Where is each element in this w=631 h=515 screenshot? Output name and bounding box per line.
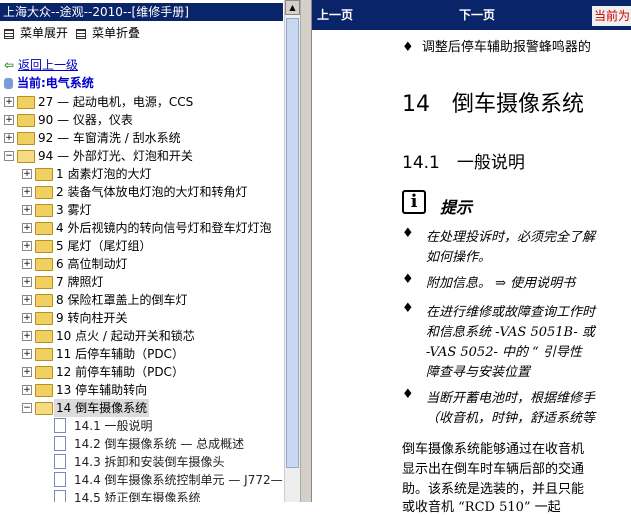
current-location: 当前:电气系统 xyxy=(4,75,94,91)
database-icon xyxy=(4,78,13,89)
tree-item[interactable]: + 92 — 车窗清洗 / 刮水系统 xyxy=(0,129,284,147)
body-line: 倒车摄像系统能够通过在收音机 xyxy=(402,442,585,457)
tree-item[interactable]: + 9 转向柱开关 xyxy=(0,309,284,327)
folder-icon xyxy=(35,366,53,379)
scroll-up-arrow-icon[interactable]: ▲ xyxy=(285,0,300,15)
body-line: 显示出在倒车时车辆后部的交通 xyxy=(402,462,585,477)
folder-icon xyxy=(17,96,35,109)
tip-label: 提示 xyxy=(440,198,473,217)
collapse-menu-button[interactable]: 菜单折叠 xyxy=(76,25,140,41)
bullet-icon: ♦ xyxy=(402,387,414,402)
menu-list-icon xyxy=(76,28,86,39)
expand-plus-icon[interactable]: + xyxy=(22,277,32,287)
tree-item[interactable]: + 90 — 仪器，仪表 xyxy=(0,111,284,129)
pane-splitter[interactable] xyxy=(300,0,312,502)
expand-plus-icon[interactable]: + xyxy=(4,115,14,125)
bullet-icon: ♦ xyxy=(402,226,414,241)
expand-menu-button[interactable]: 菜单展开 xyxy=(4,25,68,41)
expand-plus-icon[interactable]: + xyxy=(22,313,32,323)
expand-plus-icon[interactable]: + xyxy=(4,97,14,107)
expand-plus-icon[interactable]: + xyxy=(22,205,32,215)
bullet-icon: ♦ xyxy=(402,272,414,287)
expand-plus-icon[interactable]: + xyxy=(22,259,32,269)
open-folder-icon xyxy=(35,402,53,415)
page-nav-bar: 上一页 下一页 当前为 xyxy=(312,0,631,30)
expand-plus-icon[interactable]: + xyxy=(22,367,32,377)
tree-item[interactable]: + 5 尾灯（尾灯组） xyxy=(0,237,284,255)
back-arrow-icon: ⇦ xyxy=(4,58,15,72)
tree-item[interactable]: + 27 — 起动电机，电源，CCS xyxy=(0,93,284,111)
next-page-button[interactable]: 下一页 xyxy=(459,0,495,30)
tree-leaf[interactable]: 14.4 倒车摄像系统控制单元 — J772— xyxy=(0,471,284,489)
collapse-minus-icon[interactable]: − xyxy=(22,403,32,413)
body-line: 或收音机 “RCD 510” 一起 xyxy=(402,500,561,515)
folder-icon xyxy=(35,330,53,343)
folder-icon xyxy=(17,114,35,127)
tree-item[interactable]: + 11 后停车辅助（PDC） xyxy=(0,345,284,363)
expand-plus-icon[interactable]: + xyxy=(22,349,32,359)
back-link[interactable]: ⇦ 返回上一级 xyxy=(4,57,78,73)
bullet-top: ♦ 调整后停车辅助报警蜂鸣器的 xyxy=(402,40,591,55)
open-folder-icon xyxy=(17,150,35,163)
tree-item[interactable]: + 8 保险杠罩盖上的倒车灯 xyxy=(0,291,284,309)
prev-page-button[interactable]: 上一页 xyxy=(317,0,353,30)
tree-item-selected[interactable]: − 14 倒车摄像系统 xyxy=(0,399,284,417)
collapse-minus-icon[interactable]: − xyxy=(4,151,14,161)
manual-title: 上海大众--途观--2010--[维修手册] xyxy=(0,3,283,21)
expand-plus-icon[interactable]: + xyxy=(22,295,32,305)
chapter-heading: 14 倒车摄像系统 xyxy=(402,92,584,117)
folder-icon xyxy=(35,384,53,397)
scrollbar-thumb[interactable] xyxy=(286,18,299,468)
menu-list-icon xyxy=(4,28,14,39)
tree-item[interactable]: + 1 卤素灯泡的大灯 xyxy=(0,165,284,183)
expand-plus-icon[interactable]: + xyxy=(22,331,32,341)
expand-plus-icon[interactable]: + xyxy=(22,223,32,233)
folder-icon xyxy=(35,312,53,325)
document-icon xyxy=(54,490,66,502)
expand-plus-icon[interactable]: + xyxy=(22,241,32,251)
tree-leaf[interactable]: 14.3 拆卸和安装倒车摄像头 xyxy=(0,453,284,471)
folder-icon xyxy=(35,294,53,307)
tree-scrollbar[interactable]: ▲ xyxy=(284,0,301,502)
tree-leaf[interactable]: 14.2 倒车摄像系统 — 总成概述 xyxy=(0,435,284,453)
expand-plus-icon[interactable]: + xyxy=(4,133,14,143)
document-icon xyxy=(54,454,66,469)
expand-plus-icon[interactable]: + xyxy=(22,385,32,395)
expand-plus-icon[interactable]: + xyxy=(22,187,32,197)
folder-icon xyxy=(35,204,53,217)
document-icon xyxy=(54,418,66,433)
expand-plus-icon[interactable]: + xyxy=(22,169,32,179)
folder-icon xyxy=(35,276,53,289)
folder-icon xyxy=(35,186,53,199)
current-note: 当前为 xyxy=(592,6,631,26)
folder-icon xyxy=(35,258,53,271)
info-icon: i xyxy=(402,190,426,214)
tree-item[interactable]: + 10 点火 / 起动开关和锁芯 xyxy=(0,327,284,345)
folder-icon xyxy=(35,222,53,235)
tree-view: + 27 — 起动电机，电源，CCS + 90 — 仪器，仪表 + 92 — 车… xyxy=(0,93,284,502)
folder-icon xyxy=(35,168,53,181)
tree-item[interactable]: + 13 停车辅助转向 xyxy=(0,381,284,399)
section-heading: 14.1 一般说明 xyxy=(402,153,525,173)
tree-item[interactable]: + 6 高位制动灯 xyxy=(0,255,284,273)
navigation-pane: 上海大众--途观--2010--[维修手册] 菜单展开 菜单折叠 ⇦ 返回上一级 … xyxy=(0,0,284,502)
folder-icon xyxy=(35,240,53,253)
tree-item[interactable]: + 4 外后视镜内的转向信号灯和登车灯灯泡 xyxy=(0,219,284,237)
tree-item[interactable]: + 2 装备气体放电灯泡的大灯和转角灯 xyxy=(0,183,284,201)
tree-item[interactable]: + 7 牌照灯 xyxy=(0,273,284,291)
tree-leaf[interactable]: 14.5 矫正倒车摄像系统 xyxy=(0,489,284,502)
folder-icon xyxy=(17,132,35,145)
document-icon xyxy=(54,436,66,451)
bullet-icon: ♦ xyxy=(402,301,414,316)
tree-item[interactable]: + 12 前停车辅助（PDC） xyxy=(0,363,284,381)
document-icon xyxy=(54,472,66,487)
tree-leaf[interactable]: 14.1 一般说明 xyxy=(0,417,284,435)
folder-icon xyxy=(35,348,53,361)
tree-item[interactable]: − 94 — 外部灯光、灯泡和开关 xyxy=(0,147,284,165)
tree-item[interactable]: + 3 雾灯 xyxy=(0,201,284,219)
body-line: 助。该系统是选装的，并且只能 xyxy=(402,482,585,497)
